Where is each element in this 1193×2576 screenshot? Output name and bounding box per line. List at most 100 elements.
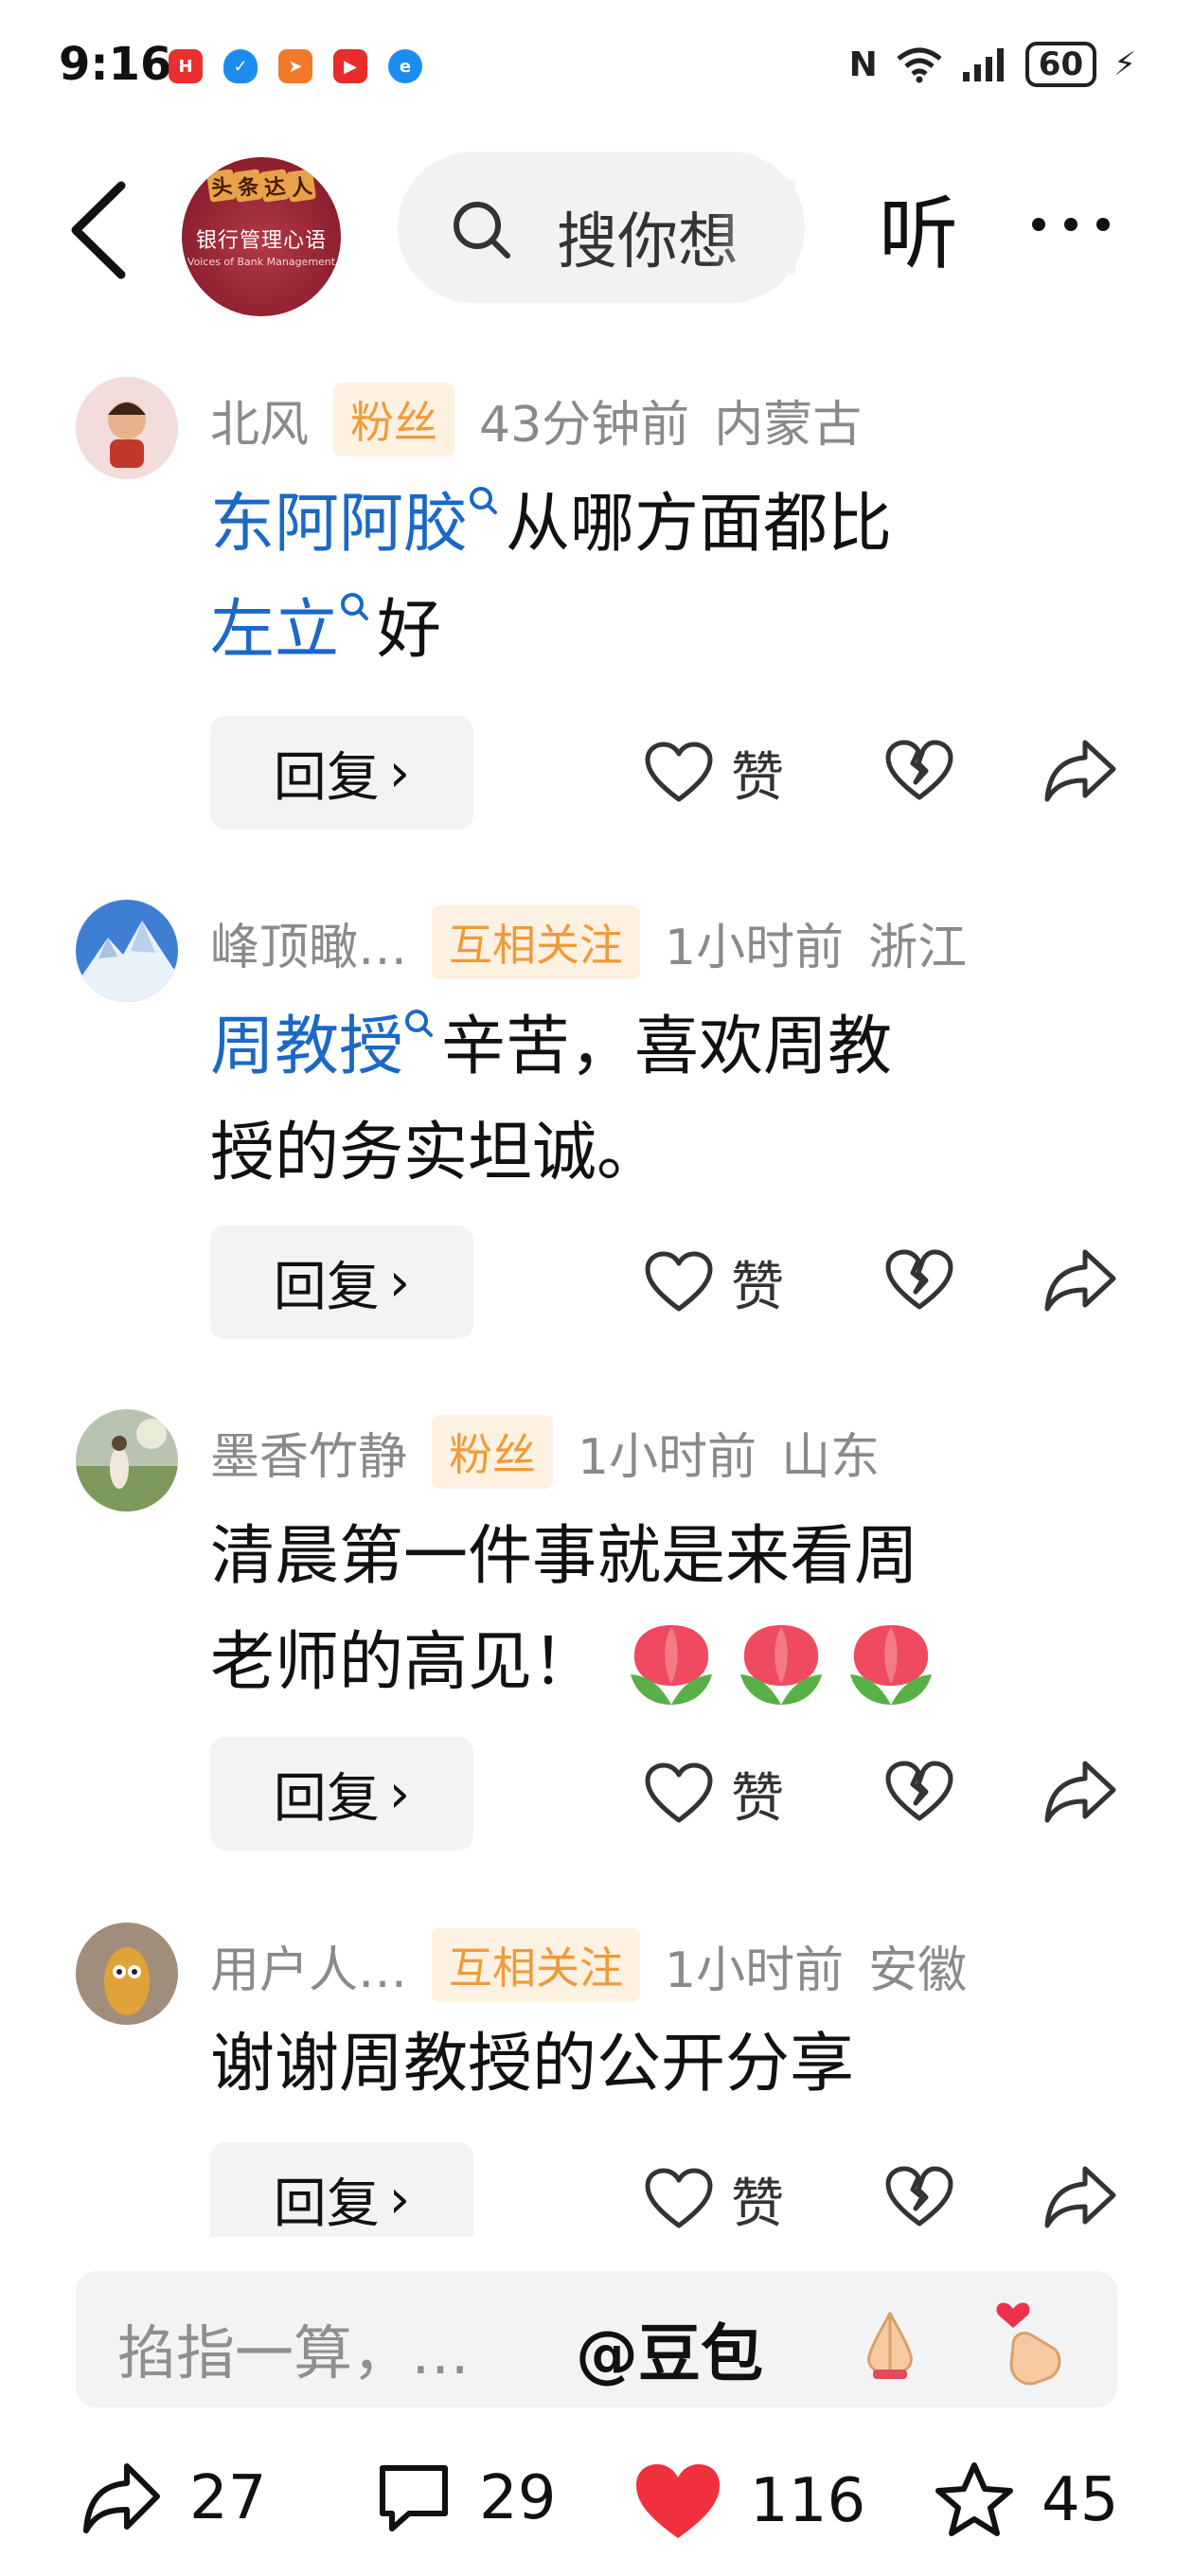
- heart-icon: [645, 742, 713, 802]
- comment-button[interactable]: 29: [375, 2460, 556, 2536]
- comment-text: 清晨第一件事就是来看周 老师的高见！: [210, 1504, 1157, 1716]
- share-icon[interactable]: [1043, 1758, 1119, 1826]
- search-icon: [341, 593, 369, 620]
- username[interactable]: 峰顶瞰…: [210, 907, 407, 978]
- comment-meta: 用户人… 互相关注 1小时前 安徽: [210, 1923, 967, 2008]
- chevron-right-icon: ›: [388, 2168, 411, 2230]
- header-bar: 头 条 达 人 银行管理心语 Voices of Bank Management…: [0, 133, 1193, 316]
- avatar[interactable]: [76, 377, 178, 479]
- comment-time: 1小时前: [665, 1941, 845, 1999]
- back-icon[interactable]: [66, 178, 133, 282]
- wifi-icon: [897, 47, 942, 83]
- comment-location: 山东: [781, 1428, 881, 1486]
- notification-icons: H ✓ ➤ ▶ e: [169, 49, 422, 83]
- broken-heart-icon[interactable]: [884, 737, 954, 805]
- share-button[interactable]: 27: [81, 2460, 266, 2536]
- like-button[interactable]: 赞: [644, 716, 784, 830]
- browser-icon: e: [388, 49, 422, 83]
- comment-actions: 回复 › 赞: [210, 2142, 1157, 2237]
- username[interactable]: 用户人…: [210, 1930, 407, 2001]
- search-icon: [405, 1010, 434, 1037]
- finger-heart-emoji-icon[interactable]: [985, 2288, 1079, 2392]
- broken-heart-icon[interactable]: [884, 1246, 954, 1315]
- heart-icon: [645, 1251, 713, 1312]
- shield-icon: ✓: [223, 49, 258, 83]
- comment-actions: 回复 › 赞: [210, 716, 1157, 830]
- search-icon: [470, 487, 498, 514]
- mutual-follow-badge: 互相关注: [432, 905, 641, 979]
- logo-title: 银行管理心语: [195, 229, 327, 253]
- battery-indicator: 60: [1024, 42, 1097, 87]
- like-button[interactable]: 116: [632, 2460, 865, 2542]
- fan-badge: 粉丝: [333, 383, 455, 456]
- star-icon: [935, 2462, 1013, 2536]
- share-icon: [83, 2463, 160, 2533]
- like-button[interactable]: 赞: [644, 2142, 784, 2237]
- tulip-icon: [631, 1625, 713, 1705]
- like-button[interactable]: 赞: [644, 1737, 784, 1851]
- status-time: 9:16: [59, 38, 172, 91]
- comment-location: 浙江: [868, 919, 968, 976]
- chevron-right-icon: ›: [388, 1251, 411, 1314]
- share-icon[interactable]: [1043, 1246, 1119, 1315]
- fan-badge: 粉丝: [432, 1415, 554, 1489]
- tulip-icon: [850, 1625, 933, 1705]
- chevron-right-icon: ›: [388, 742, 411, 804]
- username[interactable]: 墨香竹静: [210, 1417, 407, 1488]
- status-bar: 9:16 H ✓ ➤ ▶ e N 60 ⚡: [0, 0, 1193, 133]
- bottom-toolbar: 27 29 116 45: [0, 2424, 1193, 2576]
- favorite-button[interactable]: 45: [934, 2460, 1118, 2540]
- comment-location: 安徽: [868, 1941, 968, 1999]
- huawei-icon: H: [169, 49, 203, 83]
- username[interactable]: 北风: [210, 385, 309, 456]
- comment-meta: 墨香竹静 粉丝 1小时前 山东: [210, 1409, 880, 1494]
- share-icon[interactable]: [1043, 2163, 1119, 2231]
- mutual-follow-badge: 互相关注: [432, 1928, 641, 2002]
- avatar[interactable]: [76, 1409, 178, 1512]
- tulip-emoji-group: [621, 1618, 941, 1708]
- keyword-link[interactable]: 东阿阿胶: [210, 487, 468, 562]
- comment-input[interactable]: 掐指一算，… @豆包: [76, 2271, 1117, 2407]
- tulip-icon: [740, 1625, 823, 1705]
- heart-icon: [645, 2168, 713, 2228]
- comment-text: 东阿阿胶 从哪方面都比 左立好: [210, 487, 893, 668]
- reply-button[interactable]: 回复 ›: [210, 716, 473, 830]
- video-icon: ▶: [333, 49, 367, 83]
- search-box[interactable]: 搜你想: [398, 152, 805, 303]
- share-icon[interactable]: [1043, 737, 1119, 805]
- chevron-right-icon: ›: [388, 1762, 411, 1825]
- praying-hands-emoji-icon[interactable]: [845, 2294, 935, 2385]
- mention-doubao-button[interactable]: @豆包: [576, 2303, 763, 2394]
- charging-icon: ⚡: [1113, 45, 1136, 83]
- comment-time: 1小时前: [578, 1428, 757, 1486]
- system-icons: N 60 ⚡: [849, 42, 1136, 87]
- keyword-link[interactable]: 左立: [210, 593, 339, 668]
- reply-button[interactable]: 回复 ›: [210, 1225, 473, 1339]
- broken-heart-icon[interactable]: [884, 1758, 954, 1826]
- comment-location: 内蒙古: [714, 396, 863, 454]
- avatar[interactable]: [76, 1923, 178, 2025]
- heart-icon: [645, 1762, 713, 1823]
- send-icon: ➤: [278, 49, 312, 83]
- comment-meta: 北风 粉丝 43分钟前 内蒙古: [210, 377, 862, 462]
- keyword-link[interactable]: 周教授: [210, 1010, 403, 1084]
- broken-heart-icon[interactable]: [884, 2163, 954, 2231]
- like-button[interactable]: 赞: [644, 1225, 784, 1339]
- search-icon: [454, 202, 510, 259]
- logo-badge: 头 条 达 人: [205, 169, 317, 206]
- reply-button[interactable]: 回复 ›: [210, 1737, 473, 1851]
- reply-button[interactable]: 回复 ›: [210, 2142, 473, 2237]
- comment-meta: 峰顶瞰… 互相关注 1小时前 浙江: [210, 900, 967, 985]
- comment-actions: 回复 › 赞: [210, 1225, 1157, 1339]
- account-avatar[interactable]: 头 条 达 人 银行管理心语 Voices of Bank Management: [182, 157, 341, 316]
- logo-subtitle: Voices of Bank Management: [187, 256, 336, 268]
- comment-time: 1小时前: [665, 919, 845, 976]
- comment-input-placeholder: 掐指一算，…: [117, 2318, 471, 2388]
- comment-bubble-icon: [380, 2465, 448, 2531]
- more-icon[interactable]: [1032, 218, 1110, 231]
- listen-button[interactable]: 听: [879, 170, 958, 285]
- comment-actions: 回复 › 赞: [210, 1737, 1157, 1851]
- signal-icon: [962, 48, 1004, 81]
- comment-time: 43分钟前: [479, 396, 690, 454]
- avatar[interactable]: [76, 900, 178, 1002]
